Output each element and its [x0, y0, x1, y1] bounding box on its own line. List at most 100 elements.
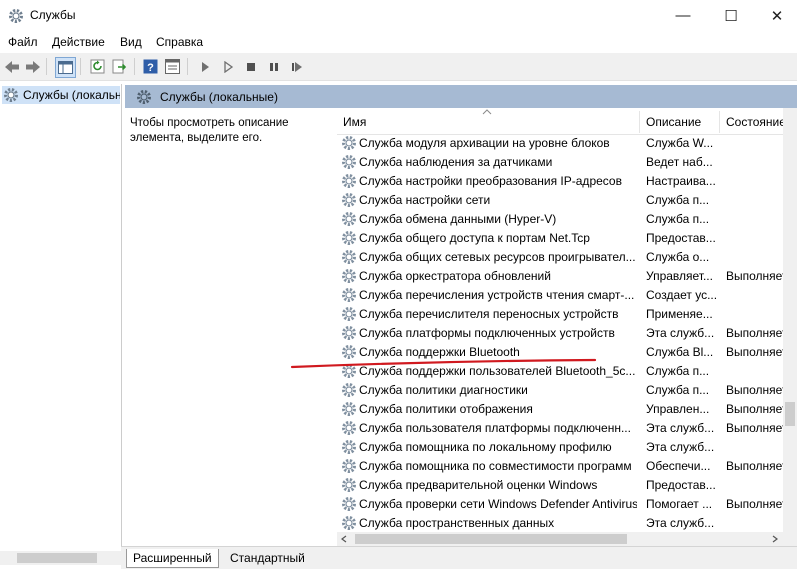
toolbar-separator	[80, 58, 81, 75]
service-name: Служба предварительной оценки Windows	[359, 478, 598, 492]
service-name: Служба перечислителя переносных устройст…	[359, 307, 619, 321]
column-divider[interactable]	[639, 111, 640, 133]
table-row[interactable]: Служба общих сетевых ресурсов проигрыват…	[337, 248, 783, 267]
svg-text:?: ?	[147, 62, 154, 74]
scroll-left-icon[interactable]	[340, 535, 348, 543]
table-row[interactable]: Служба политики диагностики Служба п... Вы…	[337, 381, 783, 400]
service-description: Обеспечи...	[646, 459, 711, 473]
tab-extended[interactable]: Расширенный	[126, 549, 219, 568]
start-service-button[interactable]	[195, 57, 214, 76]
service-description: Служба п...	[646, 212, 710, 226]
tab-standard[interactable]: Стандартный	[224, 549, 311, 567]
toolbar-separator	[46, 58, 47, 75]
service-description: Эта служб...	[646, 421, 715, 435]
services-list: Служба модуля архивации на уровне блоков…	[337, 134, 783, 532]
start-paused-button[interactable]	[218, 57, 237, 76]
table-row[interactable]: Служба проверки сети Windows Defender An…	[337, 495, 783, 514]
restart-icon	[291, 61, 302, 72]
properties-icon	[165, 59, 180, 74]
export-icon	[112, 59, 127, 74]
service-name: Служба перечисления устройств чтения сма…	[359, 288, 635, 302]
stop-service-button[interactable]	[241, 57, 260, 76]
table-row[interactable]: Служба предварительной оценки Windows Пре…	[337, 476, 783, 495]
table-row[interactable]: Служба политики отображения Управлен... Вы…	[337, 400, 783, 419]
table-row[interactable]: Служба платформы подключенных устройств Э…	[337, 324, 783, 343]
service-description: Предостав...	[646, 478, 716, 492]
column-description[interactable]: Описание	[646, 115, 701, 129]
help-icon: ?	[143, 59, 158, 74]
service-name: Служба обмена данными (Hyper-V)	[359, 212, 557, 226]
menu-view[interactable]: Вид	[120, 35, 142, 49]
service-description: Служба Bl...	[646, 345, 714, 359]
tree-item-local-services[interactable]: Службы (локальные)	[2, 86, 120, 104]
service-status: Выполняется	[726, 497, 783, 511]
service-name: Служба общего доступа к портам Net.Tcp	[359, 231, 590, 245]
service-gear-icon	[341, 325, 357, 341]
services-header-title: Службы (локальные)	[160, 90, 278, 104]
service-description: Применяе...	[646, 307, 713, 321]
window-title: Службы	[30, 8, 76, 22]
service-name: Служба общих сетевых ресурсов проигрыват…	[359, 250, 636, 264]
restart-service-button[interactable]	[287, 57, 306, 76]
vertical-scrollbar[interactable]	[783, 108, 797, 532]
vertical-scroll-thumb[interactable]	[785, 402, 795, 426]
properties-button[interactable]	[163, 57, 182, 76]
menu-file[interactable]: Файл	[8, 35, 38, 49]
scroll-right-icon[interactable]	[771, 535, 779, 543]
gear-icon	[9, 9, 23, 23]
red-underline-annotation	[290, 358, 597, 369]
menu-action[interactable]: Действие	[52, 35, 105, 49]
service-description: Эта служб...	[646, 440, 715, 454]
column-name[interactable]: Имя	[343, 115, 366, 129]
service-gear-icon	[341, 401, 357, 417]
pause-service-button[interactable]	[264, 57, 283, 76]
view-tabs	[121, 546, 797, 569]
tree-scroll-thumb[interactable]	[17, 553, 97, 563]
table-row[interactable]: Служба обмена данными (Hyper-V) Служба п.…	[337, 210, 783, 229]
table-row[interactable]: Служба помощника по локальному профилю Эт…	[337, 438, 783, 457]
service-description: Помогает ...	[646, 497, 713, 511]
service-status: Выполняется	[726, 383, 783, 397]
help-button[interactable]: ?	[141, 57, 160, 76]
export-list-button[interactable]	[110, 57, 129, 76]
play-icon	[201, 61, 209, 72]
service-description: Предостав...	[646, 231, 716, 245]
table-row[interactable]: Служба модуля архивации на уровне блоков…	[337, 134, 783, 153]
maximize-button[interactable]: ☐	[708, 0, 754, 31]
table-row[interactable]: Служба пространственных данных Эта служб.…	[337, 514, 783, 532]
service-gear-icon	[341, 306, 357, 322]
service-description: Эта служб...	[646, 326, 715, 340]
table-row[interactable]: Служба перечислителя переносных устройст…	[337, 305, 783, 324]
table-row[interactable]: Служба настройки преобразования IP-адрес…	[337, 172, 783, 191]
table-row[interactable]: Служба наблюдения за датчиками Ведет наб.…	[337, 153, 783, 172]
service-gear-icon	[341, 515, 357, 531]
table-row[interactable]: Служба перечисления устройств чтения сма…	[337, 286, 783, 305]
table-row[interactable]: Служба пользователя платформы подключенн…	[337, 419, 783, 438]
service-gear-icon	[341, 496, 357, 512]
column-status[interactable]: Состояние	[726, 115, 786, 129]
horizontal-scroll-thumb[interactable]	[355, 534, 627, 544]
menu-help[interactable]: Справка	[156, 35, 203, 49]
table-row[interactable]: Служба настройки сети Служба п...	[337, 191, 783, 210]
service-description: Служба п...	[646, 364, 710, 378]
refresh-button[interactable]	[88, 57, 107, 76]
table-row[interactable]: Служба помощника по совместимости програ…	[337, 457, 783, 476]
service-gear-icon	[341, 192, 357, 208]
service-description: Создает ус...	[646, 288, 718, 302]
minimize-button[interactable]: —	[660, 0, 706, 31]
close-button[interactable]: ✕	[754, 0, 797, 31]
table-row[interactable]: Служба общего доступа к портам Net.Tcp Пр…	[337, 229, 783, 248]
console-tree-button[interactable]	[55, 57, 76, 78]
service-name: Служба настройки преобразования IP-адрес…	[359, 174, 622, 188]
service-name: Служба помощника по локальному профилю	[359, 440, 612, 454]
stop-icon	[246, 62, 255, 71]
service-description: Служба W...	[646, 136, 714, 150]
service-name: Служба платформы подключенных устройств	[359, 326, 615, 340]
service-description: Настраива...	[646, 174, 716, 188]
table-row[interactable]: Служба оркестратора обновлений Управляет.…	[337, 267, 783, 286]
forward-button[interactable]	[23, 57, 42, 76]
back-button[interactable]	[2, 57, 21, 76]
service-name: Служба помощника по совместимости програ…	[359, 459, 632, 473]
column-divider[interactable]	[719, 111, 720, 133]
arrow-right-icon	[25, 60, 40, 73]
